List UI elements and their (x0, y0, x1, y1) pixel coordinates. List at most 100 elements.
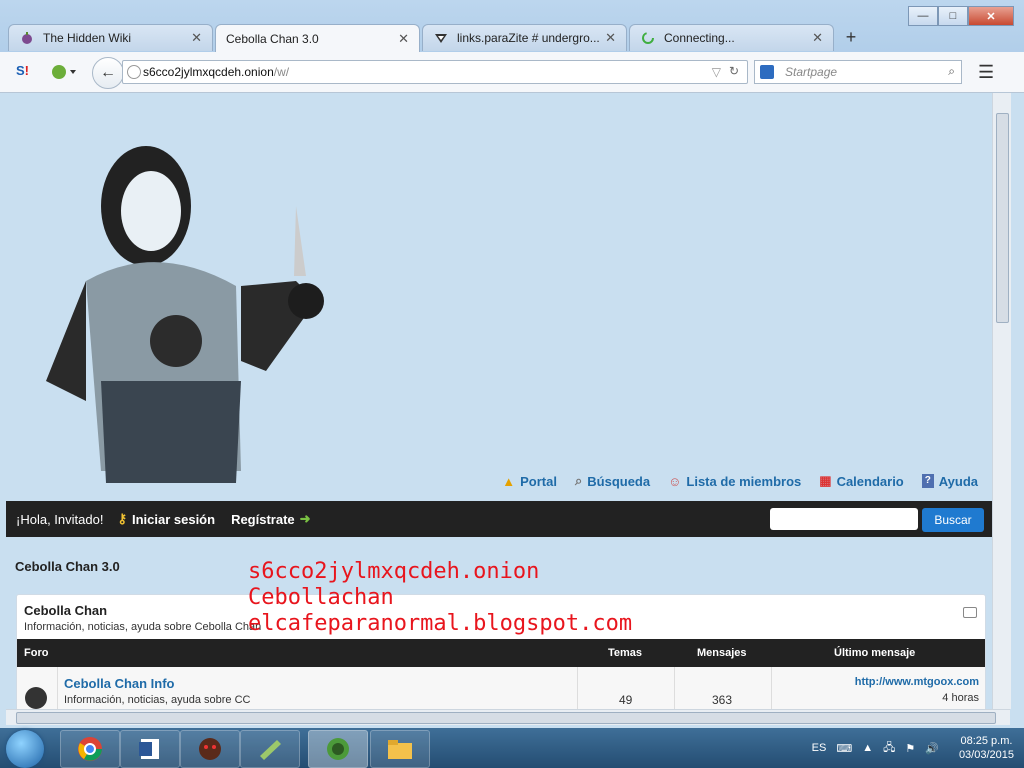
flag-icon[interactable]: ⚑ (905, 742, 915, 755)
table-header: Foro Temas Mensajes Último mensaje (17, 639, 985, 667)
column-divider (577, 667, 578, 709)
menu-icon[interactable]: ☰ (978, 62, 994, 83)
nav-label: Calendario (836, 473, 904, 489)
system-tray: ES ⌨ ▲ 🖧 ⚑ 🔊 08:25 p.m. 03/03/2015 (812, 728, 1014, 768)
greeting-text: ¡Hola, Invitado! (16, 511, 104, 527)
clock[interactable]: 08:25 p.m. 03/03/2015 (959, 734, 1014, 762)
user-bar: ¡Hola, Invitado! ⚷ Iniciar sesión Regístr… (6, 501, 992, 537)
loading-spinner-icon (640, 30, 656, 46)
tab-close-icon[interactable]: ✕ (605, 30, 616, 46)
globe-icon (127, 65, 141, 79)
help-icon: ? (921, 474, 934, 488)
category-title[interactable]: Cebolla Chan (24, 603, 107, 618)
url-path: /w/ (273, 65, 290, 79)
login-label: Iniciar sesión (131, 511, 216, 527)
tab-hidden-wiki[interactable]: The Hidden Wiki ✕ (8, 24, 213, 51)
scroll-thumb[interactable] (16, 712, 996, 724)
posts-count: 363 (712, 693, 733, 707)
collapse-icon[interactable] (963, 607, 977, 618)
maximize-button[interactable]: □ (938, 6, 968, 26)
tab-close-icon[interactable]: ✕ (191, 30, 202, 46)
chrome-taskbar-icon[interactable] (60, 730, 120, 768)
login-link[interactable]: ⚷ Iniciar sesión (117, 511, 215, 527)
new-tab-button[interactable]: + (836, 24, 866, 51)
magnifier-icon: ⌕ (574, 473, 583, 488)
tor-onion-icon[interactable] (50, 62, 78, 83)
tab-title: The Hidden Wiki (43, 31, 132, 45)
nav-ayuda[interactable]: ? Ayuda (921, 473, 978, 489)
nav-label: Lista de miembros (686, 473, 802, 489)
taskbar: ES ⌨ ▲ 🖧 ⚑ 🔊 08:25 p.m. 03/03/2015 (0, 728, 1024, 768)
register-label: Regístrate (231, 511, 295, 527)
nav-calendario[interactable]: ▦ Calendario (819, 473, 903, 489)
back-button[interactable]: ← (92, 57, 124, 89)
tab-strip: The Hidden Wiki ✕ Cebolla Chan 3.0 ✕ lin… (8, 24, 866, 52)
search-engine-icon[interactable] (760, 65, 774, 79)
forum-search-input[interactable] (770, 508, 918, 530)
dropdown-arrow-icon[interactable]: ▽ (712, 65, 721, 79)
overlay-line: elcafeparanormal.blogspot.com (248, 611, 633, 636)
register-link[interactable]: Regístrate ➜ (231, 511, 310, 527)
tab-close-icon[interactable]: ✕ (812, 30, 823, 46)
header-forum: Foro (24, 647, 49, 659)
minimize-button[interactable]: — (908, 6, 938, 26)
tab-title: Cebolla Chan 3.0 (226, 31, 319, 46)
tab-connecting[interactable]: Connecting... ✕ (629, 24, 834, 51)
tab-title: links.paraZite # undergro... (457, 31, 600, 45)
onion-icon (19, 30, 35, 46)
app-taskbar-icon[interactable] (240, 730, 300, 768)
reload-icon[interactable]: ↻ (729, 64, 739, 78)
header-topics: Temas (608, 647, 643, 659)
calendar-icon: ▦ (819, 473, 832, 488)
start-button[interactable] (6, 730, 44, 768)
overlay-line: s6cco2jylmxqcdeh.onion (248, 559, 540, 584)
keyboard-icon[interactable]: ⌨ (836, 742, 852, 755)
nav-portal[interactable]: ▲ Portal (502, 473, 557, 489)
nav-label: Búsqueda (587, 473, 651, 489)
header-posts: Mensajes (697, 647, 747, 659)
show-hidden-icons[interactable]: ▲ (862, 742, 873, 754)
search-icon[interactable]: ⌕ (948, 64, 955, 79)
vertical-scrollbar[interactable] (992, 93, 1011, 709)
address-bar[interactable]: s6cco2jylmxqcdeh.onion/w/ ▽ ↻ (122, 60, 748, 84)
nav-lista-de-miembros[interactable]: ☺ Lista de miembros (668, 473, 801, 489)
forum-name-link[interactable]: Cebolla Chan Info (64, 676, 175, 691)
tab-title: Connecting... (664, 31, 735, 45)
language-indicator[interactable]: ES (812, 742, 827, 754)
explorer-taskbar-icon[interactable] (370, 730, 430, 768)
search-button[interactable]: Buscar (922, 508, 984, 532)
column-divider (771, 667, 772, 709)
network-icon[interactable]: 🖧 (883, 739, 895, 758)
overlay-line: Cebollachan (248, 585, 394, 610)
parazite-icon (433, 30, 449, 46)
scroll-thumb[interactable] (996, 113, 1009, 323)
header-last: Último mensaje (834, 647, 916, 659)
forum-status-icon (25, 687, 47, 709)
tor-browser-taskbar-icon[interactable] (308, 730, 368, 768)
tab-close-icon[interactable]: ✕ (398, 31, 409, 47)
nav-label: Portal (520, 473, 557, 489)
bell-icon: ▲ (502, 473, 516, 489)
clock-date: 03/03/2015 (958, 749, 1014, 761)
table-row: Cebolla Chan Info Información, noticias,… (17, 667, 985, 709)
nav-busqueda[interactable]: ⌕ Búsqueda (575, 473, 650, 489)
tab-cebolla-chan[interactable]: Cebolla Chan 3.0 ✕ (215, 24, 420, 52)
horizontal-scrollbar[interactable] (6, 709, 1010, 725)
page-content: ▲ Portal ⌕ Búsqueda ☺ Lista de miembros ▦ Ca… (6, 93, 992, 709)
search-placeholder: Startpage (785, 65, 838, 79)
word-taskbar-icon[interactable] (120, 730, 180, 768)
close-window-button[interactable]: ✕ (968, 6, 1014, 26)
window-controls: — □ ✕ (908, 6, 1014, 26)
url-host: s6cco2jylmxqcdeh.onion (143, 65, 274, 79)
navigation-toolbar: S! ← s6cco2jylmxqcdeh.onion/w/ ▽ ↻ Start… (0, 52, 1024, 93)
search-bar[interactable]: Startpage ⌕ (754, 60, 962, 84)
members-icon: ☺ (668, 473, 682, 489)
watermark-overlay: s6cco2jylmxqcdeh.onion Cebollachan elcaf… (248, 559, 632, 637)
game-taskbar-icon[interactable] (180, 730, 240, 768)
header-banner-image (26, 111, 346, 488)
last-post-link[interactable]: http://www.mtgoox.com (855, 676, 979, 688)
tab-parazite[interactable]: links.paraZite # undergro... ✕ (422, 24, 627, 51)
topics-count: 49 (619, 693, 633, 707)
startpage-icon[interactable]: S! (16, 63, 29, 78)
volume-icon[interactable]: 🔊 (925, 742, 939, 755)
